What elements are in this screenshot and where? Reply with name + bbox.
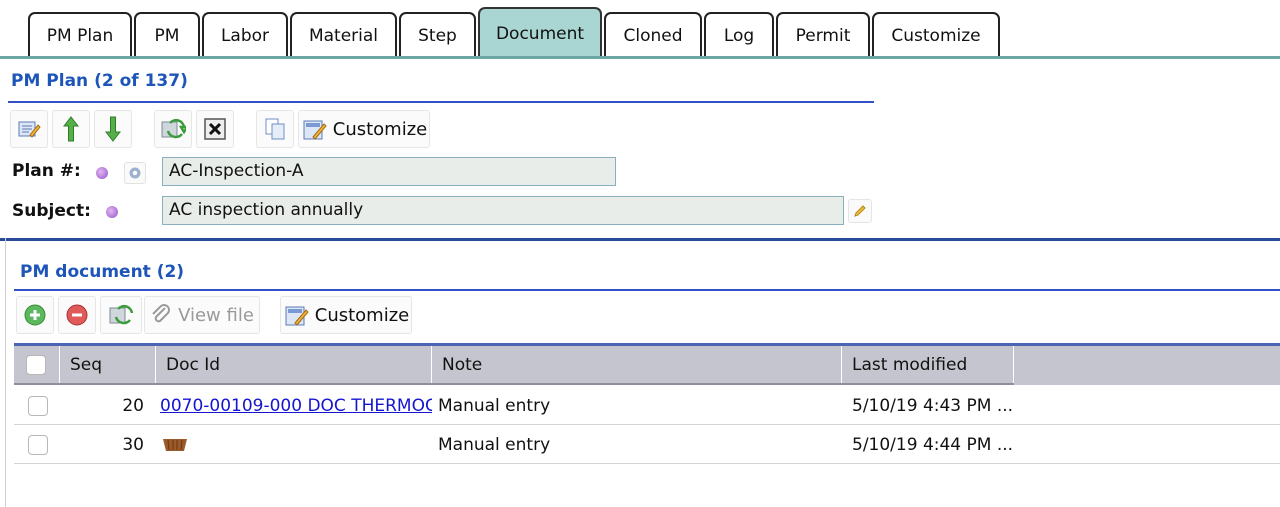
tab-pm-plan[interactable]: PM Plan bbox=[28, 12, 132, 56]
required-indicator-icon bbox=[106, 206, 118, 218]
select-all-cell bbox=[14, 346, 60, 383]
customize-button[interactable]: Customize bbox=[298, 110, 430, 148]
paperclip-icon bbox=[152, 304, 171, 323]
document-section-title: PM document (2) bbox=[20, 262, 185, 282]
tab-bar: PM Plan PM Labor Material Step Document … bbox=[0, 0, 1280, 59]
subject-field[interactable]: AC inspection annually bbox=[162, 196, 844, 225]
panel-border bbox=[5, 238, 6, 507]
row-checkbox[interactable] bbox=[28, 435, 48, 455]
grid-header-bottomline bbox=[14, 383, 1014, 385]
doc-id-link[interactable]: 0070-00109-000 DOC THERMOC bbox=[160, 396, 432, 416]
last-modified-cell: 5/10/19 4:44 PM ... bbox=[852, 435, 1014, 455]
remove-icon bbox=[66, 304, 88, 326]
required-indicator-icon bbox=[96, 167, 108, 179]
tab-document[interactable]: Document bbox=[478, 7, 602, 57]
refresh-documents-button[interactable] bbox=[100, 296, 142, 334]
section-divider bbox=[0, 238, 1280, 241]
edit-button[interactable] bbox=[10, 110, 48, 148]
pencil-icon bbox=[854, 205, 866, 217]
note-cell: Manual entry bbox=[438, 396, 551, 416]
remove-document-button[interactable] bbox=[58, 296, 96, 334]
customize-icon bbox=[285, 306, 309, 326]
seq-cell: 20 bbox=[122, 396, 144, 416]
plan-number-field[interactable]: AC-Inspection-A bbox=[162, 157, 616, 186]
tab-permit[interactable]: Permit bbox=[776, 12, 870, 56]
add-document-button[interactable] bbox=[16, 296, 54, 334]
arrow-down-icon bbox=[105, 116, 121, 142]
refresh-button[interactable] bbox=[154, 110, 192, 148]
customize-button-label: Customize bbox=[332, 118, 428, 140]
subject-label: Subject: bbox=[12, 201, 91, 221]
tab-baseline bbox=[0, 56, 1280, 59]
move-up-button[interactable] bbox=[52, 110, 90, 148]
help-icon bbox=[129, 167, 141, 179]
row-checkbox[interactable] bbox=[28, 396, 48, 416]
note-cell: Manual entry bbox=[438, 435, 551, 455]
document-thumbnail-icon[interactable] bbox=[160, 437, 190, 453]
refresh-icon bbox=[109, 304, 134, 325]
arrow-up-icon bbox=[63, 116, 79, 142]
table-row[interactable]: 20 0070-00109-000 DOC THERMOC Manual ent… bbox=[14, 387, 1280, 425]
tab-step[interactable]: Step bbox=[399, 12, 476, 56]
plan-number-label: Plan #: bbox=[12, 161, 81, 181]
close-icon bbox=[204, 118, 226, 140]
tab-pm[interactable]: PM bbox=[134, 12, 200, 56]
move-down-button[interactable] bbox=[94, 110, 132, 148]
select-all-checkbox[interactable] bbox=[26, 355, 46, 375]
document-grid-header: Seq Doc Id Note Last modified bbox=[14, 343, 1280, 385]
cancel-button[interactable] bbox=[196, 110, 234, 148]
tab-customize[interactable]: Customize bbox=[872, 12, 1000, 56]
tab-material[interactable]: Material bbox=[290, 12, 397, 56]
tab-cloned[interactable]: Cloned bbox=[604, 12, 702, 56]
column-header-doc-id[interactable]: Doc Id bbox=[156, 346, 432, 383]
add-icon bbox=[24, 304, 46, 326]
table-row[interactable]: 30 Manual entry 5/10/19 4:44 PM ... bbox=[14, 426, 1280, 464]
plan-title-rule bbox=[8, 101, 874, 103]
lookup-button[interactable] bbox=[124, 162, 146, 184]
refresh-icon bbox=[161, 118, 186, 139]
column-header-seq[interactable]: Seq bbox=[60, 346, 156, 383]
seq-cell: 30 bbox=[122, 435, 144, 455]
doc-id-cell bbox=[160, 426, 432, 464]
view-file-label: View file bbox=[178, 304, 254, 326]
customize-documents-label: Customize bbox=[314, 304, 410, 326]
edit-icon bbox=[18, 121, 41, 138]
customize-icon bbox=[303, 120, 327, 140]
view-file-button[interactable]: View file bbox=[144, 296, 260, 334]
column-header-last-modified[interactable]: Last modified bbox=[842, 346, 1014, 383]
plan-section-title: PM Plan (2 of 137) bbox=[11, 71, 188, 91]
tab-labor[interactable]: Labor bbox=[202, 12, 288, 56]
document-title-rule bbox=[14, 289, 1280, 291]
customize-documents-button[interactable]: Customize bbox=[280, 296, 412, 334]
edit-subject-button[interactable] bbox=[848, 199, 872, 223]
copy-button[interactable] bbox=[256, 110, 294, 148]
last-modified-cell: 5/10/19 4:43 PM ... bbox=[852, 396, 1014, 416]
copy-icon bbox=[265, 118, 285, 140]
column-header-note[interactable]: Note bbox=[432, 346, 842, 383]
doc-id-cell: 0070-00109-000 DOC THERMOC bbox=[160, 387, 432, 425]
tab-log[interactable]: Log bbox=[704, 12, 774, 56]
